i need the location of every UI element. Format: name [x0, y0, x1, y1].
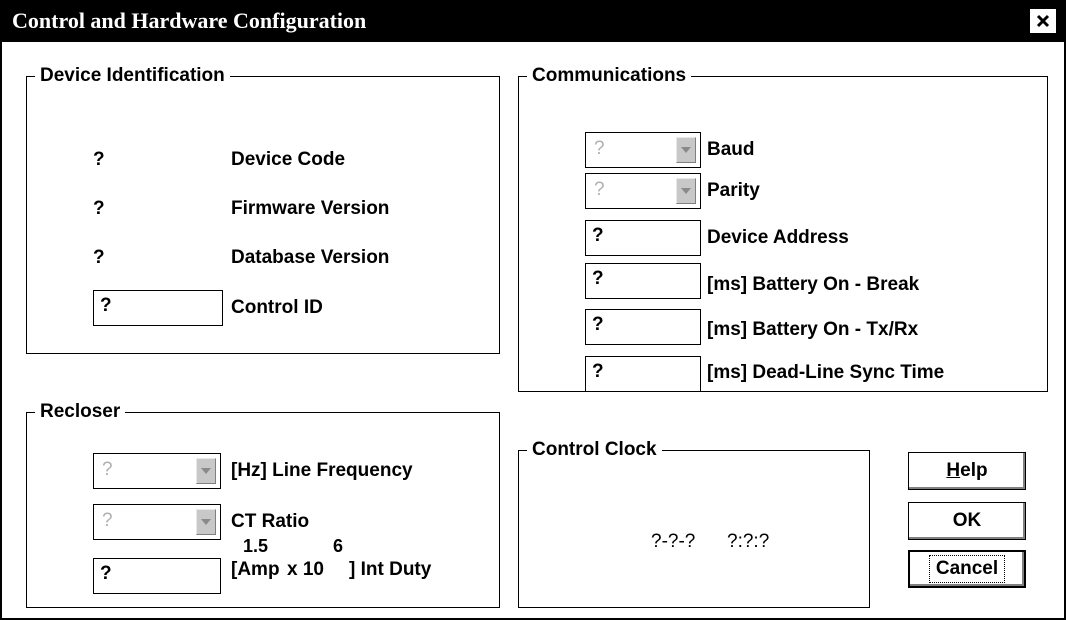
int-duty-value: ?	[100, 563, 112, 584]
chevron-down-icon	[681, 188, 691, 194]
close-icon	[1036, 14, 1050, 28]
control-id-input[interactable]: ?	[93, 290, 223, 326]
ct-ratio-value: ?	[102, 510, 113, 531]
int-duty-label-amp: [Amp	[231, 559, 280, 580]
dialog-title: Control and Hardware Configuration	[12, 8, 367, 33]
int-duty-input[interactable]: ?	[93, 558, 221, 594]
int-duty-label-tail: ] Int Duty	[349, 559, 432, 580]
config-dialog: Control and Hardware Configuration Devic…	[0, 0, 1066, 620]
line-frequency-dropdown-arrow[interactable]	[196, 458, 216, 484]
dead-line-sync-value: ?	[592, 361, 604, 382]
device-code-label: Device Code	[231, 149, 346, 170]
dead-line-sync-input[interactable]: ?	[585, 356, 701, 392]
cancel-label: Cancel	[928, 555, 1006, 583]
int-duty-exponent-2: 6	[333, 536, 344, 556]
baud-select[interactable]: ?	[585, 132, 701, 168]
control-clock-group: Control Clock ?-?-? ?:?:?	[518, 438, 870, 608]
recloser-legend: Recloser	[35, 400, 126, 424]
int-duty-exponent-1: 1.5	[243, 536, 269, 556]
ct-ratio-dropdown-arrow[interactable]	[196, 509, 216, 535]
line-frequency-value: ?	[102, 459, 113, 480]
control-clock-legend: Control Clock	[527, 438, 662, 462]
close-button[interactable]	[1030, 9, 1056, 33]
device-address-label: Device Address	[707, 227, 849, 248]
device-address-value: ?	[592, 225, 604, 246]
help-button[interactable]: Help	[908, 452, 1026, 490]
firmware-version-value: ?	[93, 198, 105, 219]
database-version-value: ?	[93, 247, 105, 268]
device-identification-legend: Device Identification	[35, 64, 230, 88]
parity-dropdown-arrow[interactable]	[676, 178, 696, 204]
help-mnemonic: H	[946, 460, 961, 481]
chevron-down-icon	[681, 147, 691, 153]
ct-ratio-label: CT Ratio	[231, 511, 310, 532]
baud-label: Baud	[707, 139, 755, 160]
line-frequency-label: [Hz] Line Frequency	[231, 460, 413, 481]
control-id-label: Control ID	[231, 297, 323, 318]
battery-on-txrx-input[interactable]: ?	[585, 309, 701, 345]
device-address-input[interactable]: ?	[585, 220, 701, 256]
title-bar[interactable]: Control and Hardware Configuration	[2, 2, 1064, 42]
database-version-label: Database Version	[231, 247, 390, 268]
device-identification-group: Device Identification ? Device Code ? Fi…	[26, 64, 500, 354]
chevron-down-icon	[201, 468, 211, 474]
line-frequency-select[interactable]: ?	[93, 453, 221, 489]
firmware-version-label: Firmware Version	[231, 198, 390, 219]
battery-on-break-input[interactable]: ?	[585, 263, 701, 299]
cancel-button[interactable]: Cancel	[908, 550, 1026, 588]
int-duty-label-x10: x 10	[287, 559, 324, 580]
ok-button[interactable]: OK	[908, 502, 1026, 540]
control-id-value: ?	[100, 295, 112, 316]
clock-time: ?:?:?	[727, 531, 770, 552]
parity-label: Parity	[707, 180, 760, 201]
battery-on-break-label: [ms] Battery On - Break	[707, 274, 920, 295]
ct-ratio-select[interactable]: ?	[93, 504, 221, 540]
baud-dropdown-arrow[interactable]	[676, 137, 696, 163]
ok-label: OK	[952, 510, 982, 531]
device-code-value: ?	[93, 149, 105, 170]
battery-on-break-value: ?	[592, 268, 604, 289]
recloser-group: Recloser ? [Hz] Line Frequency ? CT Rati…	[26, 400, 500, 608]
communications-group: Communications ? Baud ? Parity ? Device …	[518, 64, 1048, 392]
clock-date: ?-?-?	[651, 531, 696, 552]
baud-value: ?	[594, 138, 605, 159]
battery-on-txrx-value: ?	[592, 314, 604, 335]
chevron-down-icon	[201, 519, 211, 525]
communications-legend: Communications	[527, 64, 692, 88]
parity-value: ?	[594, 179, 605, 200]
dead-line-sync-label: [ms] Dead-Line Sync Time	[707, 362, 945, 383]
battery-on-txrx-label: [ms] Battery On - Tx/Rx	[707, 319, 919, 340]
help-label-rest: elp	[960, 460, 988, 481]
parity-select[interactable]: ?	[585, 173, 701, 209]
